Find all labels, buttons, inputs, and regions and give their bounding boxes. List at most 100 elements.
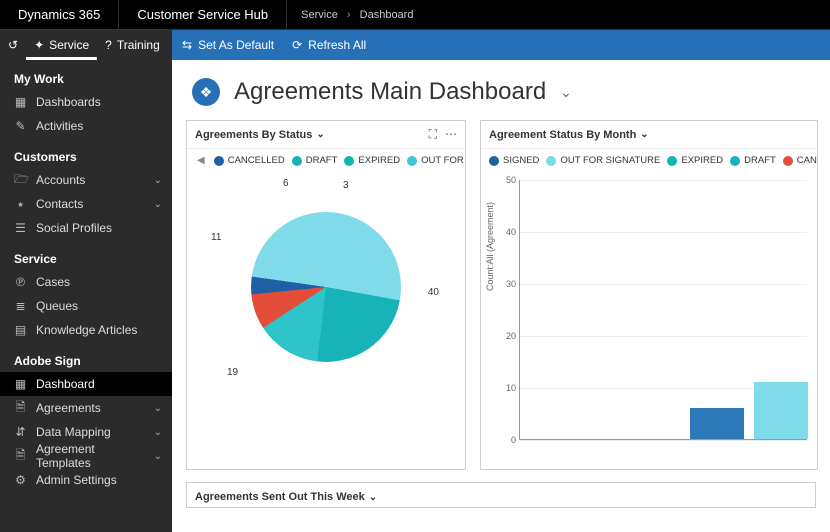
sidebar-item-agreement-templates[interactable]: 🗎Agreement Templates⌄	[0, 444, 172, 468]
tab-training[interactable]: ? Training	[97, 30, 168, 60]
chevron-down-icon: ⌄	[154, 199, 162, 210]
legend-label: CANCELLED	[228, 155, 285, 166]
clock-icon: ↺	[8, 38, 18, 52]
sidebar-item-label: Agreement Templates	[36, 442, 145, 470]
nav-icon: ☰	[14, 221, 27, 235]
sidebar-item-data-mapping[interactable]: ⇵Data Mapping⌄	[0, 420, 172, 444]
legend-item[interactable]: EXPIRED	[667, 155, 723, 166]
sidebar-item-label: Knowledge Articles	[36, 323, 162, 337]
y-tick: 30	[496, 279, 516, 289]
tab-label: Service	[49, 38, 89, 52]
expand-icon[interactable]: ⛶	[429, 127, 437, 142]
sidebar-item-social-profiles[interactable]: ☰Social Profiles	[0, 216, 172, 240]
legend-swatch	[292, 156, 302, 166]
legend-item[interactable]: OUT FOR SIGNATURE	[546, 155, 660, 166]
sidebar-item-label: Data Mapping	[36, 425, 145, 439]
tab-service[interactable]: ✦ Service	[26, 30, 97, 60]
card-title[interactable]: Agreements Sent Out This Week ⌄	[195, 491, 807, 503]
sidebar-item-accounts[interactable]: 🗁Accounts⌄	[0, 168, 172, 192]
legend: ◀ CANCELLED DRAFT EXPIRED OUT FOR S	[187, 149, 465, 172]
sidebar-item-activities[interactable]: ✎Activities	[0, 114, 172, 138]
brand[interactable]: Dynamics 365	[0, 0, 119, 29]
refresh-all-button[interactable]: ⟳ Refresh All	[292, 38, 366, 52]
legend-item[interactable]: DRAFT	[292, 155, 338, 166]
hub-name[interactable]: Customer Service Hub	[119, 0, 287, 29]
legend-item[interactable]: EXPIRED	[344, 155, 400, 166]
legend-swatch	[489, 156, 499, 166]
breadcrumb-root[interactable]: Service	[301, 9, 338, 21]
y-tick: 40	[496, 227, 516, 237]
legend-swatch	[344, 156, 354, 166]
chevron-down-icon: ⌄	[640, 129, 648, 140]
card-title-text: Agreements Sent Out This Week	[195, 491, 365, 503]
card-title[interactable]: Agreements By Status ⌄	[195, 129, 429, 141]
ribbon-row: ↺ ✦ Service ? Training ✕ ⇆ Set As Defaul…	[0, 30, 830, 60]
more-icon[interactable]: ⋯	[445, 127, 457, 142]
sidebar-item-label: Agreements	[36, 401, 145, 415]
legend: SIGNED OUT FOR SIGNATURE EXPIRED DRAFT CANCE…	[481, 149, 817, 172]
sidebar-item-label: Activities	[36, 119, 162, 133]
bar-chart: Count:All (Agreement) 01020304050	[481, 172, 817, 450]
sidebar-item-dashboard[interactable]: ▦ Dashboard	[0, 372, 172, 396]
tab-label: Training	[117, 38, 160, 52]
chevron-down-icon[interactable]: ⌄	[560, 84, 572, 101]
card-title-text: Agreements By Status	[195, 129, 312, 141]
legend-item[interactable]: CANCELLED	[783, 155, 817, 166]
command-bar: ⇆ Set As Default ⟳ Refresh All	[172, 30, 830, 60]
sidebar-item-label: Queues	[36, 299, 162, 313]
sidebar-item-label: Cases	[36, 275, 162, 289]
legend-label: SIGNED	[503, 155, 539, 166]
legend-label: EXPIRED	[681, 155, 723, 166]
legend-label: CANCELLED	[797, 155, 817, 166]
sidebar-item-cases[interactable]: ℗ Cases	[0, 270, 172, 294]
breadcrumb-current[interactable]: Dashboard	[360, 9, 414, 21]
sidebar-item-contacts[interactable]: ⭑Contacts⌄	[0, 192, 172, 216]
legend-label: OUT FOR SIGNATURE	[560, 155, 660, 166]
nav-icon: 🗎	[14, 446, 27, 467]
sidebar-item-knowledge-articles[interactable]: ▤Knowledge Articles	[0, 318, 172, 342]
service-icon: ✦	[34, 38, 44, 52]
card-agreements-sent-out: Agreements Sent Out This Week ⌄	[186, 482, 816, 508]
legend-item[interactable]: SIGNED	[489, 155, 539, 166]
nav-icon: ≣	[14, 299, 27, 313]
sidebar-item-dashboards[interactable]: ▦Dashboards	[0, 90, 172, 114]
card-title[interactable]: Agreement Status By Month ⌄	[489, 129, 809, 141]
legend-item[interactable]: DRAFT	[730, 155, 776, 166]
legend-item[interactable]: CANCELLED	[214, 155, 285, 166]
bar-out-for-signature[interactable]	[754, 382, 808, 439]
sidebar-item-agreements[interactable]: 🗎Agreements⌄	[0, 396, 172, 420]
legend-swatch	[783, 156, 793, 166]
legend-item[interactable]: OUT FOR S	[407, 155, 465, 166]
sidebar-item-admin-settings[interactable]: ⚙ Admin Settings	[0, 468, 172, 492]
nav-icon: ▦	[14, 377, 27, 391]
sidebar-item-label: Dashboard	[36, 377, 162, 391]
nav-icon: 🗁	[14, 170, 27, 191]
nav-icon: ℗	[14, 275, 27, 289]
sidebar-group-title: Adobe Sign	[0, 342, 172, 372]
nav-icon: 🗎	[14, 398, 27, 419]
sidebar-item-label: Admin Settings	[36, 473, 162, 487]
nav-icon: ▦	[14, 95, 27, 109]
pie-label: 11	[211, 232, 221, 243]
y-tick: 0	[496, 435, 516, 445]
nav-icon: ⚙	[14, 473, 27, 487]
pie-label: 40	[428, 287, 439, 298]
pie-label: 19	[227, 367, 238, 378]
breadcrumb: Service › Dashboard	[287, 9, 427, 21]
chevron-down-icon: ⌄	[316, 129, 324, 140]
chevron-right-icon: ›	[347, 9, 351, 21]
legend-prev[interactable]: ◀	[195, 155, 207, 166]
card-agreements-by-status: Agreements By Status ⌄ ⛶ ⋯ ◀ CANCELLED DR…	[186, 120, 466, 470]
sidebar-group-title: My Work	[0, 60, 172, 90]
set-default-button[interactable]: ⇆ Set As Default	[182, 38, 274, 52]
sidebar-item-queues[interactable]: ≣ Queues	[0, 294, 172, 318]
history-button[interactable]: ↺	[0, 30, 26, 60]
legend-label: EXPIRED	[358, 155, 400, 166]
legend-swatch	[546, 156, 556, 166]
nav-icon: ⇵	[14, 425, 27, 439]
bar-signed[interactable]	[690, 408, 744, 439]
legend-label: OUT FOR S	[421, 155, 465, 166]
legend-swatch	[667, 156, 677, 166]
card-title-text: Agreement Status By Month	[489, 129, 636, 141]
cmd-label: Set As Default	[198, 38, 274, 52]
